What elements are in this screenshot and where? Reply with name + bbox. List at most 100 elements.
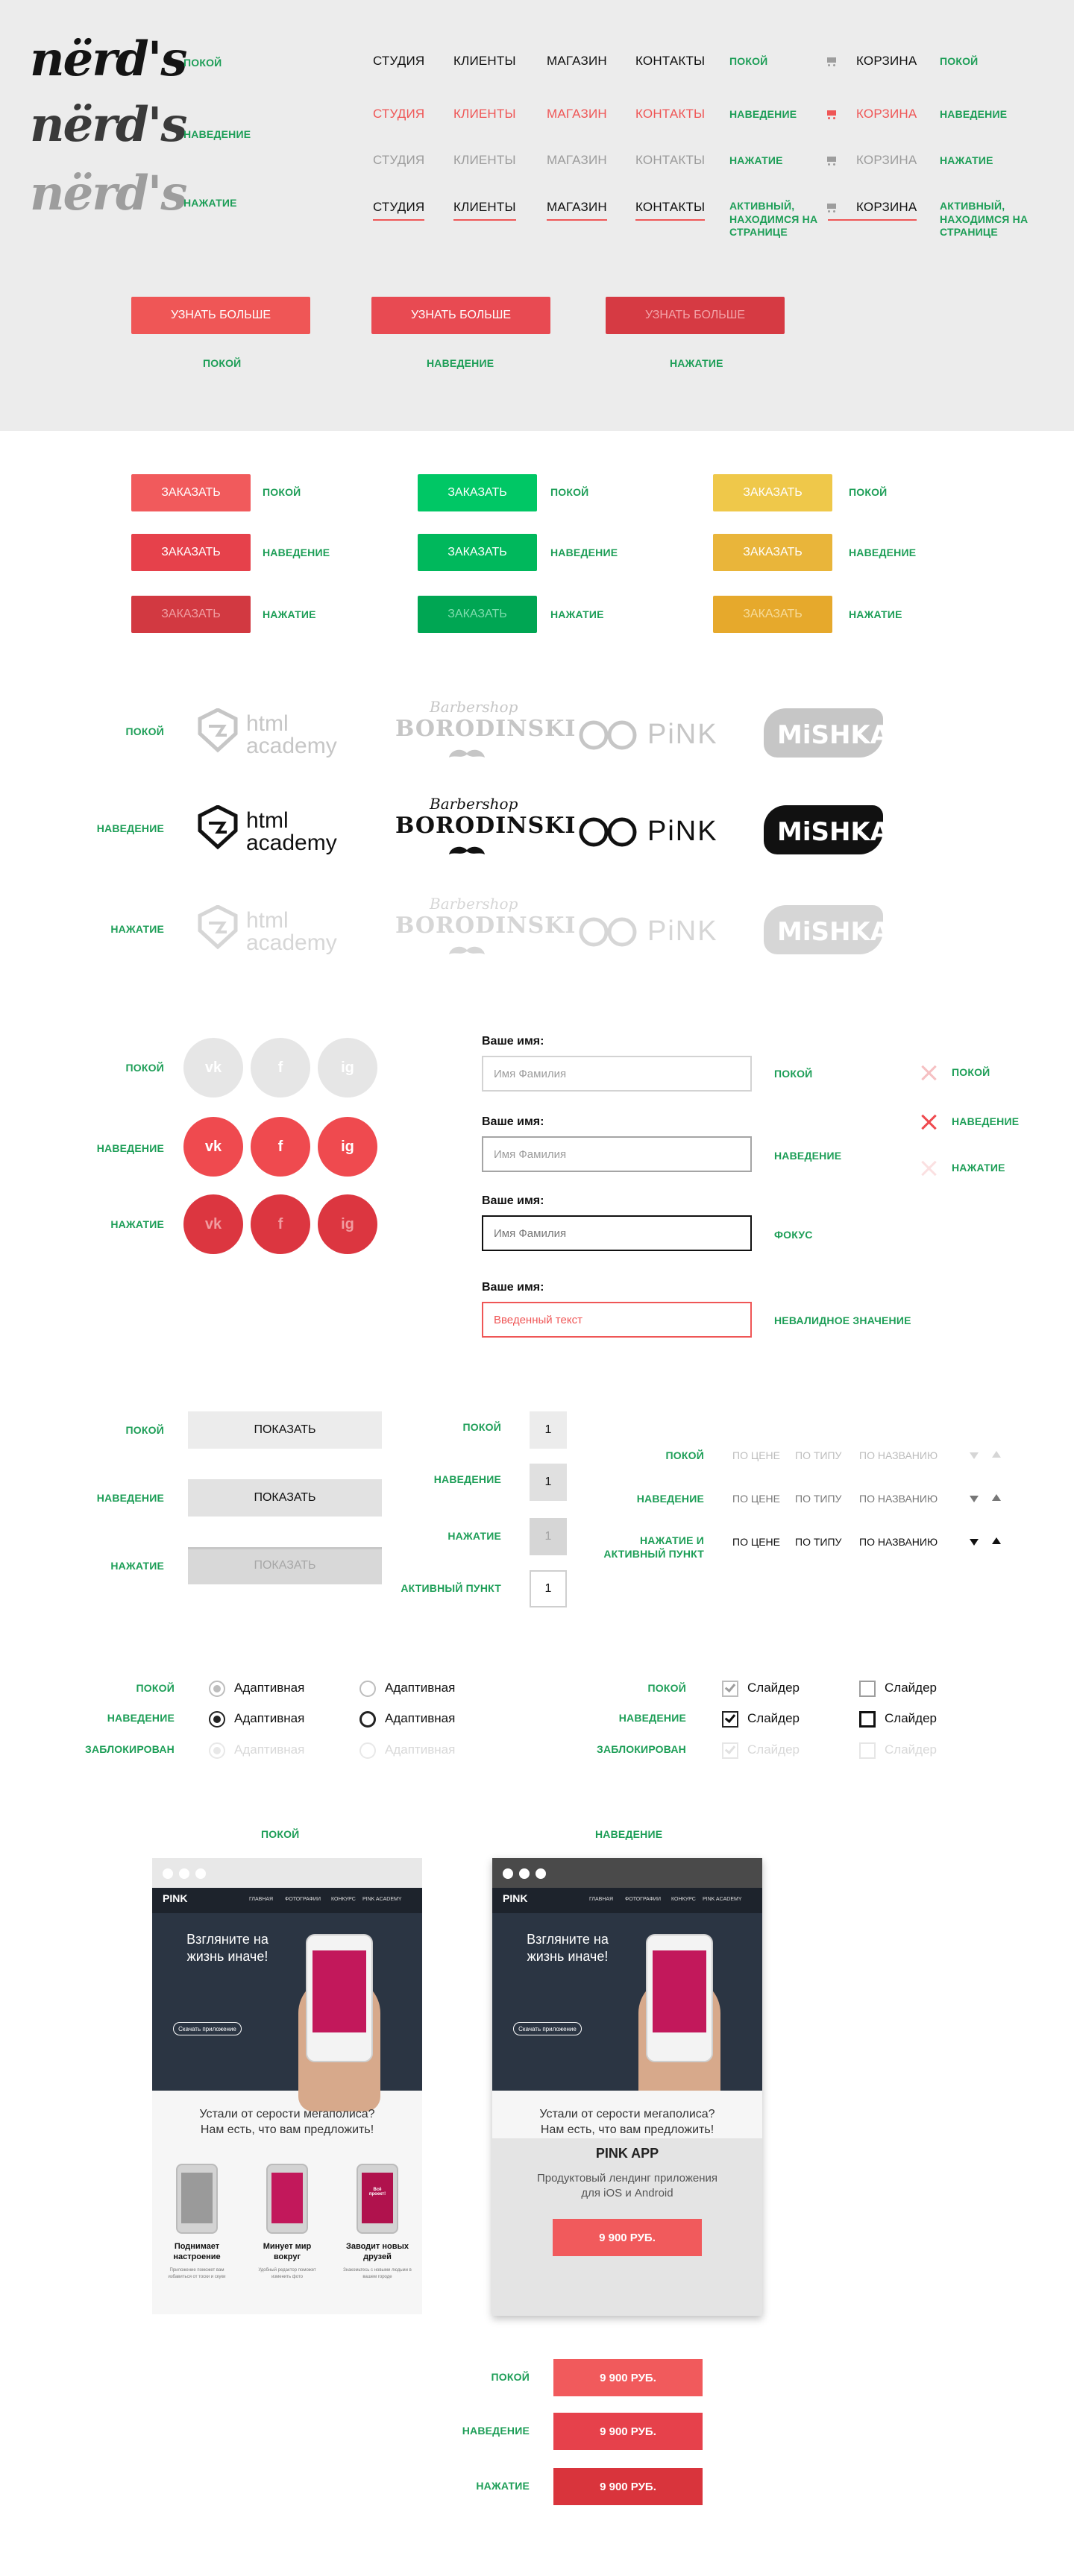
partner-html-academy-idle[interactable]: html academy (197, 708, 354, 760)
price-button-hover[interactable]: 9 900 РУБ. (553, 2413, 703, 2450)
nav-clients[interactable]: КЛИЕНТЫ (453, 54, 516, 69)
nav-contacts-press[interactable]: КОНТАКТЫ (635, 153, 705, 168)
sort-by-price-idle[interactable]: ПО ЦЕНЕ (732, 1449, 780, 1461)
radio-unchecked-hover[interactable] (359, 1711, 376, 1728)
facebook-button-hover[interactable]: f (251, 1117, 310, 1177)
sort-by-name-idle[interactable]: ПО НАЗВАНИЮ (859, 1449, 938, 1461)
nav-shop-active[interactable]: МАГАЗИН (547, 200, 607, 221)
nav-shop-hover[interactable]: МАГАЗИН (547, 107, 607, 122)
order-button-red-idle[interactable]: ЗАКАЗАТЬ (131, 474, 251, 511)
order-button-yellow-idle[interactable]: ЗАКАЗАТЬ (713, 474, 832, 511)
feature-desc: Знакомьтесь с новыми людьми в вашем горо… (343, 2267, 412, 2279)
partner-mishka-idle[interactable]: MiSHKA (759, 701, 890, 768)
name-input-focus[interactable]: Имя Фамилия (482, 1215, 752, 1251)
nav-cart-active[interactable]: КОРЗИНА (828, 200, 917, 221)
nav-shop[interactable]: МАГАЗИН (547, 54, 607, 69)
close-icon-press[interactable] (920, 1160, 937, 1177)
portfolio-card-idle[interactable]: PINK Главная Фотографии Конкурс PINK Aca… (152, 1858, 422, 2314)
partner-html-academy-hover[interactable]: html academy (197, 804, 354, 857)
name-input-hover[interactable]: Имя Фамилия (482, 1136, 752, 1172)
pagination-page-idle[interactable]: 1 (530, 1411, 567, 1449)
nav-clients-press[interactable]: КЛИЕНТЫ (453, 153, 516, 168)
product-price-button[interactable]: 9 900 РУБ. (553, 2219, 702, 2256)
checkbox-unchecked-idle[interactable] (859, 1681, 876, 1697)
vk-button-hover[interactable]: vk (183, 1117, 243, 1177)
logo-hover[interactable]: nërd's (30, 101, 187, 149)
nav-shop-press[interactable]: МАГАЗИН (547, 153, 607, 168)
partner-mishka-press[interactable]: MiSHKA (759, 898, 890, 965)
order-button-green-press[interactable]: ЗАКАЗАТЬ (418, 596, 537, 633)
nav-studio[interactable]: СТУДИЯ (373, 54, 424, 69)
learn-more-button-press[interactable]: УЗНАТЬ БОЛЬШЕ (606, 297, 785, 334)
learn-more-button-hover[interactable]: УЗНАТЬ БОЛЬШЕ (371, 297, 550, 334)
nav-cart[interactable]: КОРЗИНА (856, 54, 917, 69)
order-button-green-idle[interactable]: ЗАКАЗАТЬ (418, 474, 537, 511)
checkbox-checked-hover[interactable] (722, 1711, 738, 1728)
vk-button-press[interactable]: vk (183, 1194, 243, 1254)
learn-more-button-idle[interactable]: УЗНАТЬ БОЛЬШЕ (131, 297, 310, 334)
nav-studio-press[interactable]: СТУДИЯ (373, 153, 424, 168)
order-button-red-press[interactable]: ЗАКАЗАТЬ (131, 596, 251, 633)
pagination-page-press[interactable]: 1 (530, 1518, 567, 1555)
instagram-button-idle[interactable]: ig (318, 1038, 377, 1098)
portfolio-card-hover[interactable]: PINK Главная Фотографии Конкурс PINK Aca… (492, 1858, 762, 2316)
sort-desc-icon[interactable] (970, 1496, 979, 1502)
nav-contacts-active[interactable]: КОНТАКТЫ (635, 200, 706, 221)
sort-asc-icon[interactable] (992, 1451, 1001, 1458)
radio-checked-hover[interactable] (209, 1711, 225, 1728)
sort-by-type-active[interactable]: ПО ТИПУ (795, 1536, 841, 1548)
pagination-page-active[interactable]: 1 (530, 1570, 567, 1607)
order-button-green-hover[interactable]: ЗАКАЗАТЬ (418, 534, 537, 571)
facebook-button-press[interactable]: f (251, 1194, 310, 1254)
partner-borodinski-idle[interactable]: Barbershop BORODINSKI (385, 698, 575, 772)
checkbox-checked-idle[interactable] (722, 1681, 738, 1697)
price-button-idle[interactable]: 9 900 РУБ. (553, 2359, 703, 2396)
nav-studio-active[interactable]: СТУДИЯ (373, 200, 425, 221)
sort-asc-icon[interactable] (992, 1494, 1001, 1501)
sort-by-name-hover[interactable]: ПО НАЗВАНИЮ (859, 1493, 938, 1505)
logo-idle[interactable]: nërd's (30, 36, 187, 84)
sort-desc-icon[interactable] (970, 1539, 979, 1546)
show-button-idle[interactable]: ПОКАЗАТЬ (188, 1411, 382, 1449)
partner-pink-idle[interactable]: PiNK (579, 708, 725, 760)
sort-by-type-idle[interactable]: ПО ТИПУ (795, 1449, 841, 1461)
close-icon-hover[interactable] (920, 1114, 937, 1130)
sort-by-price-hover[interactable]: ПО ЦЕНЕ (732, 1493, 780, 1505)
nav-contacts[interactable]: КОНТАКТЫ (635, 54, 705, 69)
vk-button-idle[interactable]: vk (183, 1038, 243, 1098)
partner-pink-press[interactable]: PiNK (579, 905, 725, 957)
radio-checked-idle[interactable] (209, 1681, 225, 1697)
order-button-yellow-press[interactable]: ЗАКАЗАТЬ (713, 596, 832, 633)
sort-by-type-hover[interactable]: ПО ТИПУ (795, 1493, 841, 1505)
instagram-button-hover[interactable]: ig (318, 1117, 377, 1177)
facebook-button-idle[interactable]: f (251, 1038, 310, 1098)
checkbox-unchecked-hover[interactable] (859, 1711, 876, 1728)
logo-press[interactable]: nërd's (30, 170, 187, 218)
close-icon-idle[interactable] (920, 1065, 937, 1081)
partner-html-academy-press[interactable]: html academy (197, 904, 354, 957)
nav-cart-hover[interactable]: КОРЗИНА (856, 107, 917, 122)
instagram-button-press[interactable]: ig (318, 1194, 377, 1254)
partner-pink-hover[interactable]: PiNK (579, 805, 725, 857)
sort-by-price-active[interactable]: ПО ЦЕНЕ (732, 1536, 780, 1548)
pagination-page-hover[interactable]: 1 (530, 1464, 567, 1501)
price-button-press[interactable]: 9 900 РУБ. (553, 2468, 703, 2505)
nav-cart-press[interactable]: КОРЗИНА (856, 153, 917, 168)
radio-unchecked-idle[interactable] (359, 1681, 376, 1697)
name-input-idle[interactable]: Имя Фамилия (482, 1056, 752, 1092)
name-input-invalid[interactable]: Введенный текст (482, 1302, 752, 1338)
partner-borodinski-hover[interactable]: Barbershop BORODINSKI (385, 795, 575, 869)
nav-clients-active[interactable]: КЛИЕНТЫ (453, 200, 516, 221)
order-button-yellow-hover[interactable]: ЗАКАЗАТЬ (713, 534, 832, 571)
show-button-press[interactable]: ПОКАЗАТЬ (188, 1547, 382, 1584)
nav-studio-hover[interactable]: СТУДИЯ (373, 107, 424, 122)
partner-borodinski-press[interactable]: Barbershop BORODINSKI (385, 895, 575, 969)
sort-by-name-active[interactable]: ПО НАЗВАНИЮ (859, 1536, 938, 1548)
nav-clients-hover[interactable]: КЛИЕНТЫ (453, 107, 516, 122)
partner-mishka-hover[interactable]: MiSHKA (759, 798, 890, 865)
order-button-red-hover[interactable]: ЗАКАЗАТЬ (131, 534, 251, 571)
show-button-hover[interactable]: ПОКАЗАТЬ (188, 1479, 382, 1517)
sort-asc-icon[interactable] (992, 1537, 1001, 1544)
nav-contacts-hover[interactable]: КОНТАКТЫ (635, 107, 705, 122)
sort-desc-icon[interactable] (970, 1452, 979, 1459)
